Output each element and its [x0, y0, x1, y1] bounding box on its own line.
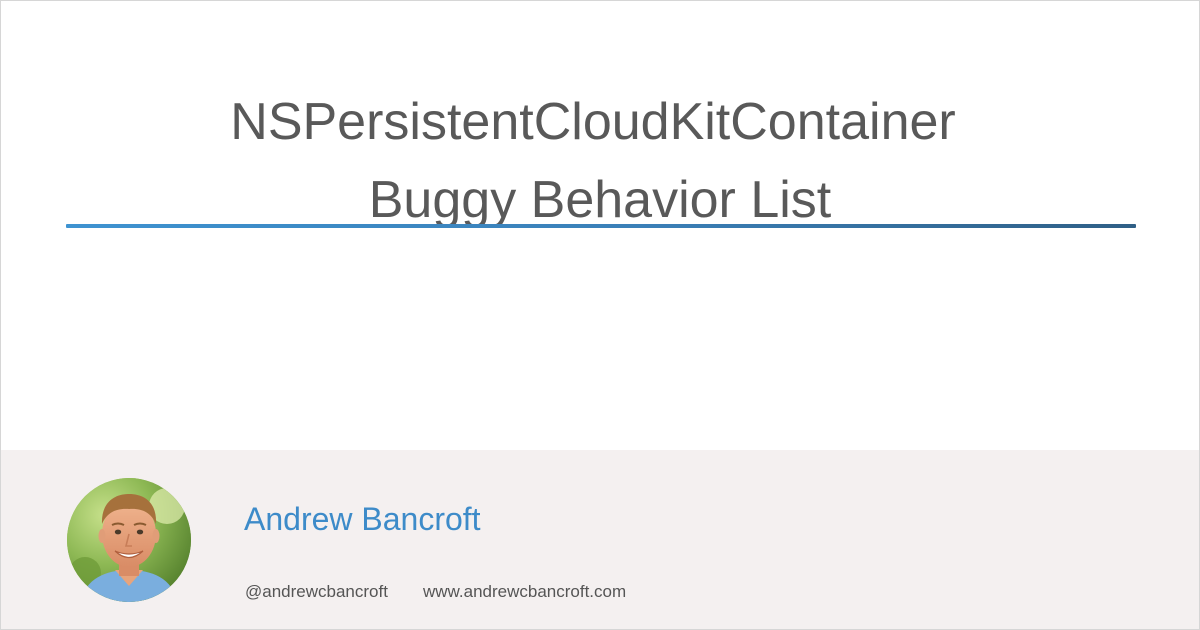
- title-area: NSPersistentCloudKitContainer Buggy Beha…: [1, 1, 1199, 450]
- post-title-line-1: NSPersistentCloudKitContainer: [230, 93, 956, 151]
- author-handle[interactable]: @andrewcbancroft: [245, 581, 388, 603]
- author-footer: Andrew Bancroft @andrewcbancroft www.and…: [1, 450, 1199, 629]
- author-website[interactable]: www.andrewcbancroft.com: [423, 581, 626, 603]
- social-share-card: NSPersistentCloudKitContainer Buggy Beha…: [0, 0, 1200, 630]
- author-avatar: [67, 478, 191, 602]
- author-portrait-icon: [67, 478, 191, 602]
- post-title: NSPersistentCloudKitContainer Buggy Beha…: [1, 83, 1199, 239]
- author-name[interactable]: Andrew Bancroft: [244, 499, 481, 539]
- title-divider: [66, 224, 1136, 228]
